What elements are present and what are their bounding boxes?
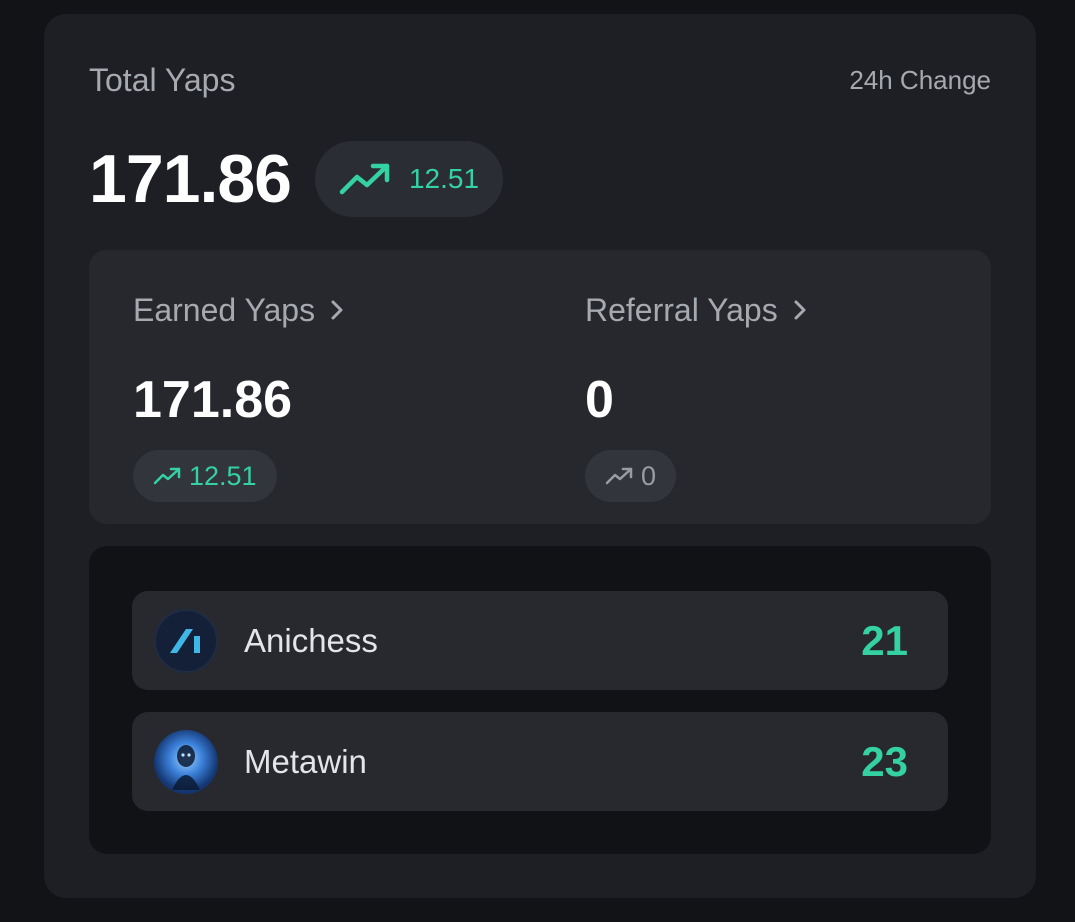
earned-yaps-section: Earned Yaps 171.86 12.51 <box>133 290 345 502</box>
earned-change-badge: 12.51 <box>133 450 277 502</box>
referral-change-value: 0 <box>641 460 657 491</box>
chevron-right-icon <box>794 300 806 320</box>
total-row: 171.86 12.51 <box>89 140 504 218</box>
list-item-metawin[interactable]: Metawin 23 <box>132 712 948 811</box>
total-change-value: 12.51 <box>408 163 480 194</box>
project-name: Anichess <box>244 621 378 659</box>
trending-up-icon <box>339 163 390 195</box>
trending-up-icon <box>605 467 633 485</box>
yaps-card: Total Yaps 24h Change 171.86 12.51 Earne… <box>44 14 1036 898</box>
referral-yaps-value: 0 <box>585 371 614 429</box>
project-list: Anichess 21 Metawin 23 <box>89 546 991 854</box>
earned-change-value: 12.51 <box>189 460 257 491</box>
project-name: Metawin <box>244 742 367 780</box>
referral-change-badge: 0 <box>585 450 677 502</box>
trending-up-icon <box>153 467 181 485</box>
referral-yaps-label: Referral Yaps <box>585 291 778 328</box>
change-label: 24h Change <box>849 65 991 95</box>
list-item-anichess[interactable]: Anichess 21 <box>132 591 948 690</box>
page: Total Yaps 24h Change 171.86 12.51 Earne… <box>0 0 1075 922</box>
total-yaps-label: Total Yaps <box>89 62 236 98</box>
project-score: 21 <box>861 616 908 664</box>
project-score: 23 <box>861 737 908 785</box>
earned-yaps-value: 171.86 <box>133 371 293 429</box>
yaps-breakdown: Earned Yaps 171.86 12.51 Referral Yaps 0… <box>89 250 991 524</box>
earned-yaps-label: Earned Yaps <box>133 291 316 328</box>
total-change-badge: 12.51 <box>314 141 504 217</box>
card-header: Total Yaps 24h Change <box>89 62 991 99</box>
metawin-logo-icon <box>154 729 218 794</box>
chevron-right-icon <box>331 300 343 320</box>
total-yaps-value: 171.86 <box>89 141 292 217</box>
referral-yaps-link[interactable]: Referral Yaps <box>585 290 808 330</box>
anichess-logo-icon <box>154 608 218 673</box>
earned-yaps-link[interactable]: Earned Yaps <box>133 290 345 330</box>
referral-yaps-section: Referral Yaps 0 0 <box>585 290 808 502</box>
